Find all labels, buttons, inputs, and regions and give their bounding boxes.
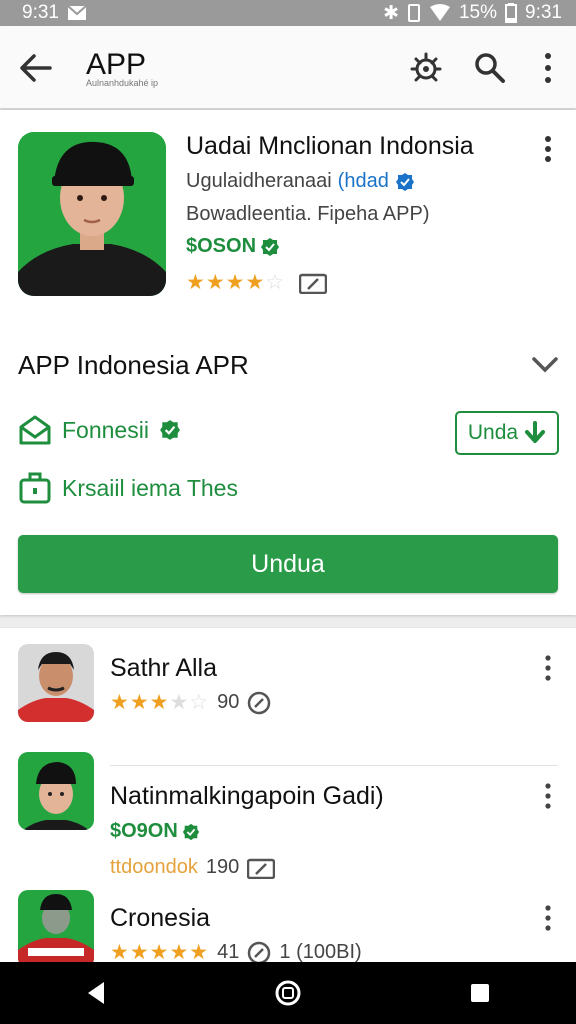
search-icon[interactable] [472,50,508,86]
app-rating: ★★★★☆ [186,270,328,295]
list-item-name: Natinmalkingapoin Gadi) [110,782,384,810]
status-time-right: 9:31 [525,2,562,23]
person-portrait-image [18,132,166,296]
status-bar: 9:31 ✱ 15% 9:31 [0,0,576,26]
list-thumbnail [18,890,94,968]
rating-count: 90 [217,691,240,713]
rating-stars: ★★★★☆ [110,691,210,714]
download-arrow-icon [525,421,546,443]
row-more-vert-icon[interactable] [538,782,558,810]
content-rating-icon [247,858,276,879]
battery-icon [505,3,518,23]
list-item-name: Cronesia [110,904,211,932]
app-list: Sathr Alla ★★★★☆ 90 Natinmalkingapoin Ga… [0,628,576,968]
nav-recents-icon [471,984,489,1002]
battery-percent: 15% [458,2,498,23]
developer-name: Ugulaidheranaai [186,170,332,192]
app-bar: APP Aulnanhdukahé ip [0,26,576,109]
price-value: $OSON [186,235,257,257]
rating-count: 41 [217,941,240,963]
bug-icon[interactable] [408,50,444,86]
list-item-meta: ★★★★☆ 90 [110,690,271,715]
section-title: APP Indonesia APR [18,350,249,380]
unda-chip-button[interactable]: Unda [455,411,559,455]
system-nav-bar [0,962,576,1024]
rating-circle-icon [248,941,271,964]
chevron-down-icon[interactable] [530,352,560,376]
status-time-left: 9:31 [22,2,59,23]
mail-open-icon [19,415,51,445]
nav-back-button[interactable] [76,973,116,1013]
list-item-meta: ttdoondok 190 [110,856,276,879]
feature-row-1: Fonnesii [18,415,181,445]
app-price: $OSON [186,235,280,258]
list-thumbnail [18,644,94,722]
briefcase-icon [19,472,51,504]
green-badge-icon [261,237,280,256]
rating-stars: ★★★★☆ [186,271,286,294]
feature-row-2: Krsaiil iema Thes [18,472,238,504]
list-extra: 1 (100BI) [279,941,362,963]
mail-notification-icon [67,5,87,20]
nav-back-icon [88,982,104,1004]
page-title: APP [86,48,147,81]
undua-button[interactable]: Undua [18,535,558,593]
list-thumbnail [18,752,94,830]
page-subtitle: Aulnanhdukahé ip [86,78,159,88]
back-arrow-icon[interactable] [16,50,56,86]
list-price: $O9ON [110,820,200,843]
app-category: Bowadleentia. Fipeha APP) [186,203,430,225]
list-item[interactable]: Cronesia ★★★★★ 41 1 (100BI) [0,880,576,968]
list-item[interactable]: Natinmalkingapoin Gadi) $O9ON ttdoondok … [0,738,576,879]
row-more-vert-icon[interactable] [538,654,558,682]
app-detail-card: Uadai Mnclionan Indonsia Ugulaidheranaai… [0,110,576,615]
more-vert-icon[interactable] [530,50,566,86]
row-more-vert-icon[interactable] [538,904,558,932]
feature-2-label: Krsaiil iema Thes [62,474,238,501]
bluetooth-icon: ✱ [383,2,399,24]
verified-badge-icon [395,172,414,191]
developer-tag: (hdad [337,170,389,192]
list-price-value: $O9ON [110,820,178,842]
rating-circle-icon [248,691,271,714]
green-badge-icon [182,823,199,840]
rating-count: 190 [205,856,240,878]
nav-home-icon [275,980,301,1006]
hero-more-vert-icon[interactable] [536,134,560,164]
feature-1-label: Fonnesii [62,416,149,443]
nav-home-button[interactable] [268,973,308,1013]
list-item-name: Sathr Alla [110,654,218,682]
app-bar-title-group: APP Aulnanhdukahé ip [86,48,159,89]
list-item-price: $O9ON [110,820,200,843]
list-tag: ttdoondok [110,856,198,878]
app-developer[interactable]: Ugulaidheranaai (hdad [186,170,415,193]
feature-badge-icon [160,420,180,440]
app-title: Uadai Mnclionan Indonsia [186,132,474,160]
vibrate-icon [407,4,420,22]
app-hero-image[interactable] [18,132,166,296]
content-rating-icon [299,273,328,294]
chip-label: Unda [467,421,519,444]
nav-recents-button[interactable] [460,973,500,1013]
wifi-icon [429,4,450,21]
